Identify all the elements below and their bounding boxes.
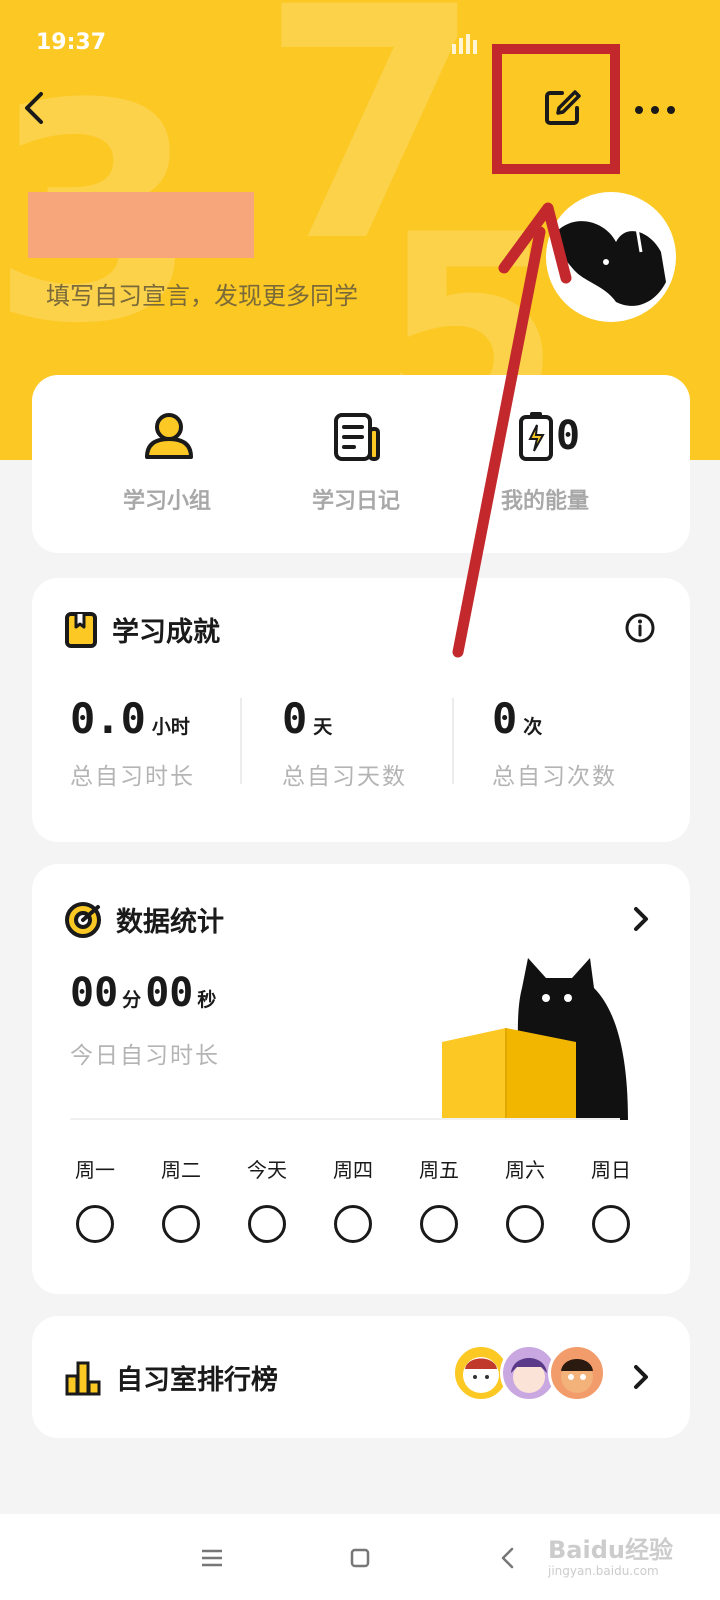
menu-icon <box>202 1549 222 1567</box>
menu-nav-button[interactable] <box>192 1538 232 1578</box>
back-nav-button[interactable] <box>488 1538 528 1578</box>
watermark-url: jingyan.baidu.com <box>548 1564 659 1578</box>
chevron-left-icon <box>501 1547 514 1569</box>
home-nav-button[interactable] <box>340 1538 380 1578</box>
annotation-arrow <box>452 202 572 658</box>
watermark: Baidu经验 <box>548 1536 673 1564</box>
home-square-icon <box>350 1548 370 1568</box>
